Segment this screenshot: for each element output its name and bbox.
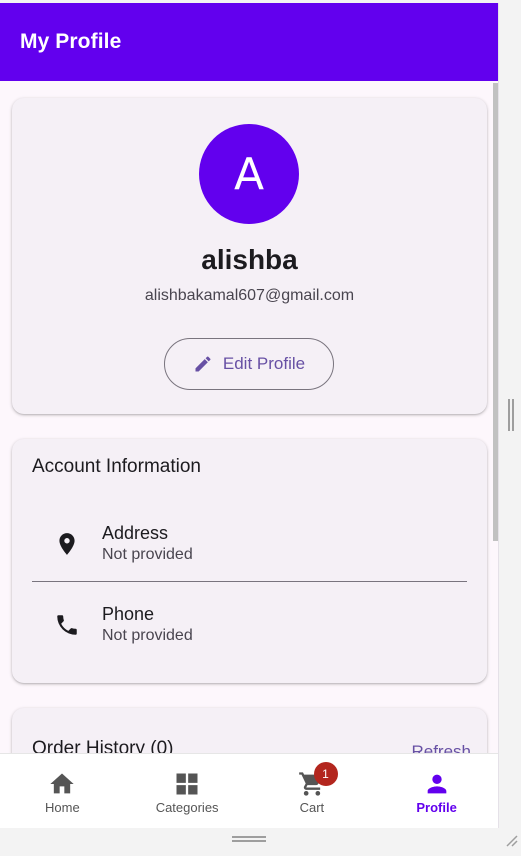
edit-profile-button[interactable]: Edit Profile: [164, 338, 334, 390]
address-label: Address: [102, 523, 169, 543]
person-icon: [427, 774, 446, 794]
horizontal-resize-grip-icon[interactable]: [232, 836, 266, 842]
address-value: Not provided: [102, 546, 193, 563]
window-bottom-strip: [0, 828, 521, 856]
account-section-title: Account Information: [32, 456, 201, 477]
scrollbar[interactable]: [493, 83, 498, 541]
nav-item-categories[interactable]: Categories: [125, 754, 250, 828]
nav-label-categories: Categories: [155, 800, 219, 815]
grid-icon: [176, 773, 198, 795]
divider: [32, 581, 467, 582]
location-pin-icon: [59, 533, 75, 555]
user-email: alishbakamal607@gmail.com: [144, 287, 355, 304]
order-history-card: Order History (0) Refresh: [12, 708, 487, 753]
bottom-navigation: Home Categories 1 Cart Profile: [0, 753, 498, 828]
refresh-button[interactable]: Refresh: [411, 742, 471, 753]
home-icon: [50, 773, 75, 794]
profile-card: A alishba alishbakamal607@gmail.com Edit…: [12, 98, 487, 414]
resize-corner-icon[interactable]: [503, 832, 519, 848]
address-row[interactable]: Address Not provided: [32, 519, 467, 579]
vertical-resize-grip-icon[interactable]: [508, 399, 514, 431]
phone-label: Phone: [102, 604, 155, 624]
pencil-icon: [195, 356, 211, 372]
nav-label-cart: Cart: [299, 800, 325, 815]
cart-badge: 1: [313, 762, 338, 786]
nav-label-home: Home: [45, 800, 80, 815]
order-history-title: Order History (0): [32, 738, 174, 753]
nav-item-profile[interactable]: Profile: [374, 754, 498, 828]
user-name: alishba: [201, 244, 298, 275]
avatar: A: [199, 124, 299, 224]
nav-label-profile: Profile: [416, 800, 457, 815]
account-information-card: Account Information Address Not provided…: [12, 439, 487, 683]
app-window: My Profile A alishba alishbakamal607@gma…: [0, 3, 499, 828]
phone-icon: [57, 615, 77, 635]
nav-item-cart[interactable]: 1 Cart: [250, 754, 375, 828]
profile-scroll-area[interactable]: A alishba alishbakamal607@gmail.com Edit…: [0, 81, 498, 753]
page-title: My Profile: [20, 30, 122, 53]
phone-value: Not provided: [102, 627, 193, 644]
edit-profile-label: Edit Profile: [222, 354, 306, 373]
app-bar: My Profile: [0, 3, 498, 81]
phone-row[interactable]: Phone Not provided: [32, 600, 467, 660]
nav-item-home[interactable]: Home: [0, 754, 125, 828]
